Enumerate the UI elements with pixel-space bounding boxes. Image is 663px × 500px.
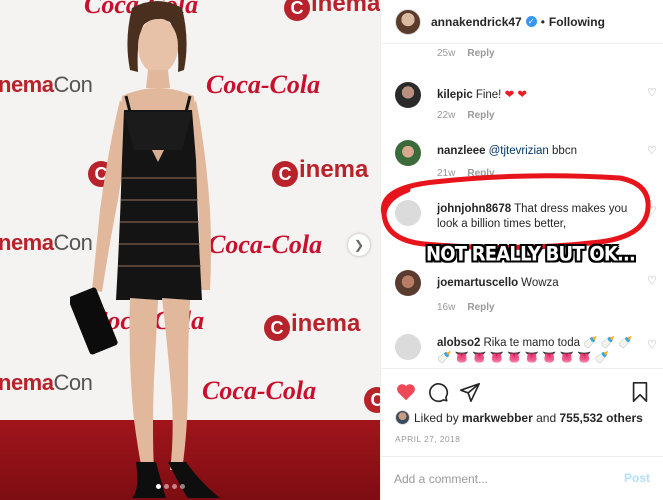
comment-mention[interactable]: @tjtevrizian — [489, 145, 549, 157]
carousel-dot — [164, 484, 169, 489]
comment-username[interactable]: johnjohn8678 — [437, 203, 511, 215]
liker-avatar[interactable] — [395, 410, 410, 425]
cinema-logo: Cinema — [264, 310, 360, 341]
comment-item-partial: 25w Reply — [395, 48, 657, 62]
carousel-dot — [180, 484, 185, 489]
comment-username[interactable]: joemartuscello — [437, 277, 518, 289]
cinema-logo: C — [364, 382, 380, 413]
like-comment-heart-icon[interactable]: ♡ — [647, 340, 657, 351]
likes-prefix: Liked by — [414, 410, 459, 425]
share-icon[interactable] — [459, 381, 481, 403]
comment-text: bbcn — [548, 145, 577, 157]
reply-button[interactable]: Reply — [467, 110, 494, 121]
comment-icon[interactable] — [427, 381, 449, 403]
meme-caption-text: NOT REALLY BUT OK... — [426, 242, 636, 267]
commenter-avatar[interactable] — [395, 270, 421, 296]
reply-button[interactable]: Reply — [467, 302, 494, 313]
post-header: annakendrick47 ✓ • Following — [381, 0, 663, 44]
comment-text: Wowza — [521, 277, 559, 289]
carousel-dots — [156, 484, 185, 489]
laughing-emoji: 😂 — [635, 244, 655, 267]
comment-text: Fine! — [475, 89, 505, 101]
carousel-dot — [156, 484, 161, 489]
author-avatar[interactable] — [395, 8, 421, 35]
comment-age: 25w — [437, 48, 456, 59]
commenter-avatar[interactable] — [395, 140, 421, 166]
likes-middle: and — [536, 410, 557, 425]
comment-age: 21w — [437, 168, 456, 179]
comment-input[interactable] — [394, 469, 604, 489]
verified-icon: ✓ — [525, 16, 537, 27]
commenter-avatar[interactable] — [395, 200, 421, 226]
reply-button[interactable]: Reply — [467, 48, 494, 59]
following-button[interactable]: Following — [549, 15, 605, 29]
post-actions — [381, 368, 663, 403]
cinema-logo: Cinema — [272, 156, 368, 187]
comment-list[interactable]: 25w Reply kilepic Fine! ❤ ❤ 22w Reply ♡ nan… — [381, 44, 663, 368]
comment-username[interactable]: alobso2 — [437, 337, 480, 349]
comment-text: Rika te mamo toda — [483, 337, 580, 349]
add-comment-bar: Post — [381, 456, 663, 500]
like-comment-heart-icon[interactable]: ♡ — [647, 206, 657, 217]
comment-age: 16w — [437, 302, 456, 313]
meme-caption: NOT REALLY BUT OK...😂 — [426, 242, 655, 267]
comment-item: kilepic Fine! ❤ ❤ 22w Reply ♡ — [395, 82, 657, 122]
next-photo-button[interactable]: ❯ — [348, 234, 370, 256]
likes-summary: Liked by markwebber and 755,532 others — [395, 410, 643, 425]
heart-emoji: ❤ ❤ — [504, 89, 528, 101]
like-comment-heart-icon[interactable]: ♡ — [647, 146, 657, 157]
comment-item: joemartuscello Wowza 16w Reply ♡ — [395, 270, 657, 314]
comment-username[interactable]: nanzleee — [437, 145, 486, 157]
post-photo[interactable]: Coca-Cola Cinema nemaCon Coca-Cola Cinem… — [0, 0, 380, 500]
separator-dot: • — [540, 14, 545, 29]
post-date: APRIL 27, 2018 — [395, 434, 461, 444]
commenter-avatar[interactable] — [395, 334, 421, 360]
liker-username[interactable]: markwebber — [462, 411, 533, 425]
like-comment-heart-icon[interactable]: ♡ — [647, 276, 657, 287]
like-comment-heart-icon[interactable]: ♡ — [647, 88, 657, 99]
comment-item: nanzleee @tjtevrizian bbcn 21w Reply ♡ — [395, 140, 657, 180]
cinema-logo: Cinema — [284, 0, 380, 21]
comment-item: alobso2 Rika te mamo toda 🍼 🍼 🍼 🍼 👅 👅 👅 👅… — [395, 334, 657, 368]
post-button[interactable]: Post — [624, 471, 650, 485]
likes-count[interactable]: 755,532 others — [559, 411, 642, 425]
chevron-right-icon: ❯ — [353, 238, 365, 252]
comment-age: 22w — [437, 110, 456, 121]
commenter-avatar[interactable] — [395, 82, 421, 108]
person-figure — [70, 1, 220, 498]
carousel-dot — [172, 484, 177, 489]
author-username[interactable]: annakendrick47 — [431, 15, 522, 29]
heart-icon[interactable] — [395, 381, 417, 403]
comment-item: johnjohn8678 That dress makes you look a … — [395, 200, 657, 236]
reply-button[interactable]: Reply — [467, 168, 494, 179]
comment-username[interactable]: kilepic — [437, 89, 473, 101]
bookmark-icon[interactable] — [629, 381, 651, 403]
